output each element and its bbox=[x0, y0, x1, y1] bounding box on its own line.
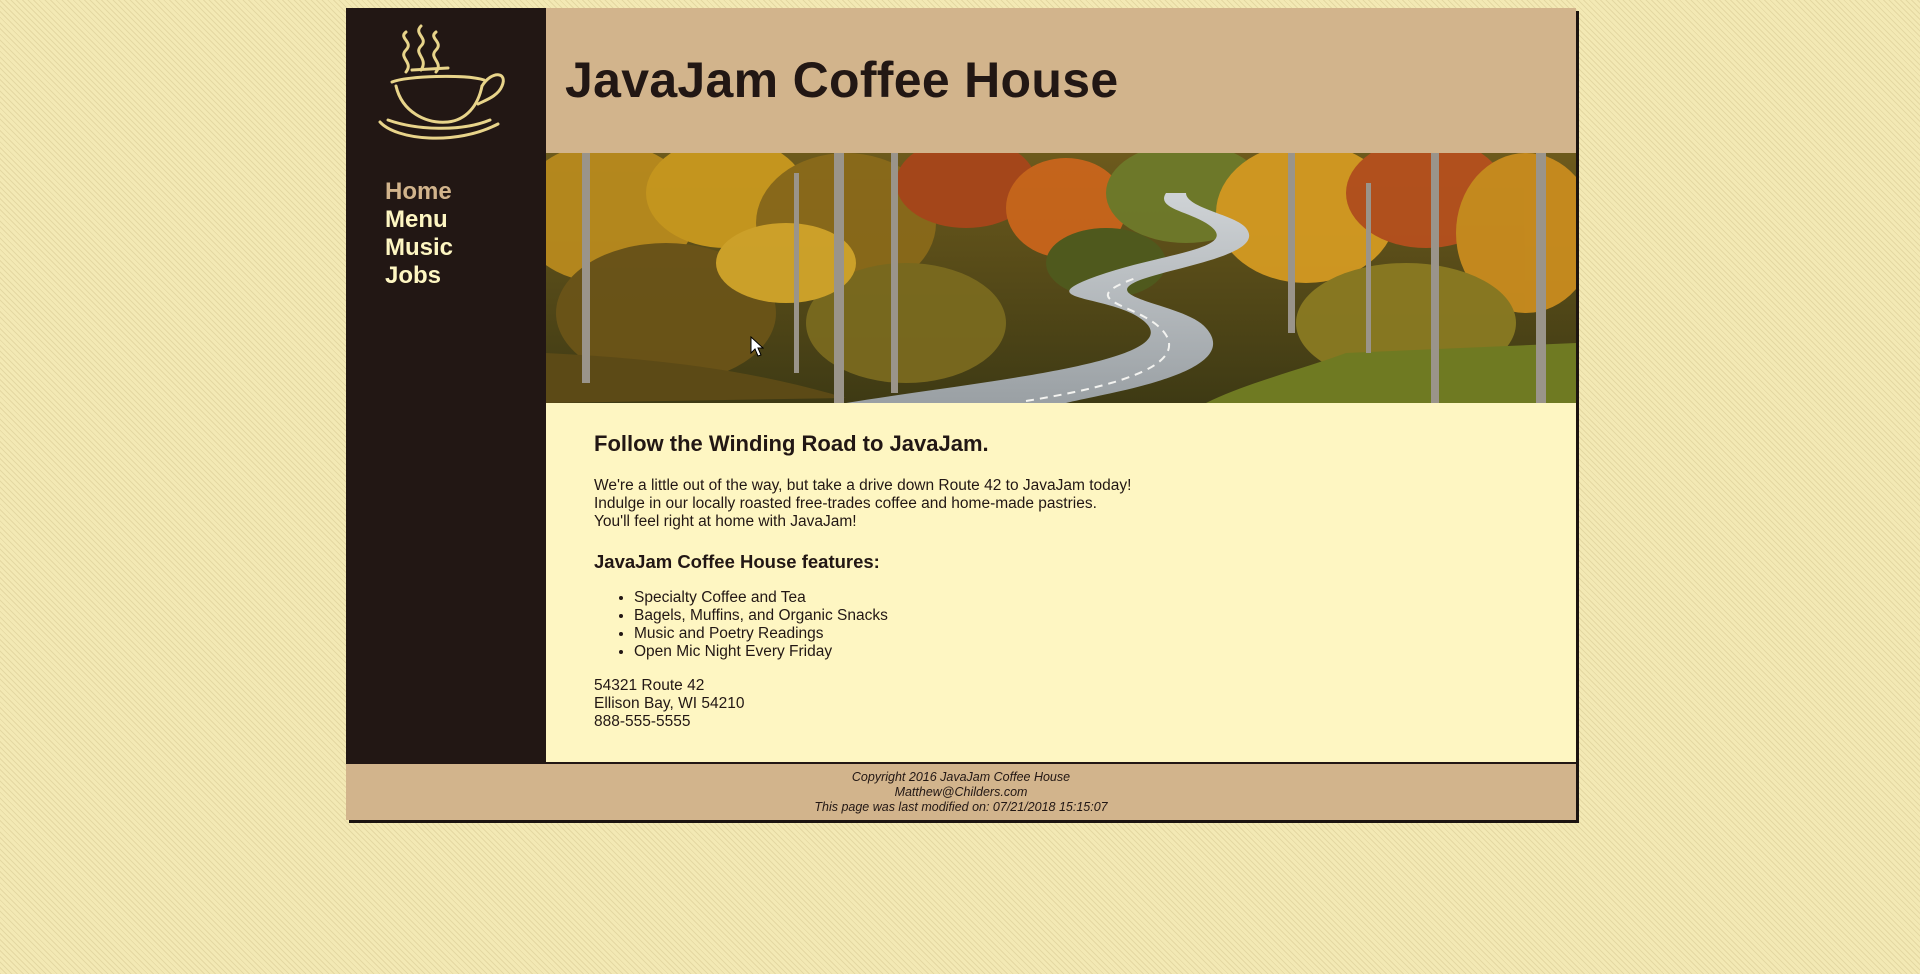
coffee-cup-logo-icon bbox=[366, 20, 516, 145]
features-list: Specialty Coffee and Tea Bagels, Muffins… bbox=[594, 589, 1576, 661]
content-heading: Follow the Winding Road to JavaJam. bbox=[594, 431, 989, 456]
intro-line: We're a little out of the way, but take … bbox=[594, 477, 1132, 494]
address-phone: 888-555-5555 bbox=[594, 713, 691, 730]
page-header: JavaJam Coffee House bbox=[546, 8, 1576, 153]
footer-email-link[interactable]: Matthew@Childers.com bbox=[346, 785, 1576, 800]
page-footer: Copyright 2016 JavaJam Coffee House Matt… bbox=[346, 762, 1576, 820]
nav-link-jobs[interactable]: Jobs bbox=[385, 262, 535, 290]
nav-link-home[interactable]: Home bbox=[385, 178, 535, 206]
hero-image-winding-road bbox=[546, 153, 1576, 403]
footer-last-modified: This page was last modified on: 07/21/20… bbox=[814, 800, 1108, 814]
intro-line: You'll feel right at home with JavaJam! bbox=[594, 513, 857, 530]
address-block: 54321 Route 42 Ellison Bay, WI 54210 888… bbox=[594, 677, 1576, 731]
site-title: JavaJam Coffee House bbox=[565, 52, 1119, 108]
feature-item: Open Mic Night Every Friday bbox=[634, 643, 1576, 661]
main-nav: Home Menu Music Jobs bbox=[385, 178, 535, 290]
feature-item: Specialty Coffee and Tea bbox=[634, 589, 1576, 607]
address-street: 54321 Route 42 bbox=[594, 677, 705, 694]
footer-copyright: Copyright 2016 JavaJam Coffee House bbox=[851, 770, 1071, 784]
intro-line: Indulge in our locally roasted free-trad… bbox=[594, 495, 1097, 512]
feature-item: Music and Poetry Readings bbox=[634, 625, 1576, 643]
nav-link-menu[interactable]: Menu bbox=[385, 206, 535, 234]
feature-item: Bagels, Muffins, and Organic Snacks bbox=[634, 607, 1576, 625]
main-content: Follow the Winding Road to JavaJam. We'r… bbox=[546, 403, 1576, 769]
page-wrapper: Home Menu Music Jobs JavaJam Coffee Hous… bbox=[346, 8, 1576, 820]
nav-link-music[interactable]: Music bbox=[385, 234, 535, 262]
features-heading: JavaJam Coffee House features: bbox=[594, 551, 880, 572]
address-city: Ellison Bay, WI 54210 bbox=[594, 695, 745, 712]
intro-paragraph: We're a little out of the way, but take … bbox=[594, 477, 1576, 531]
